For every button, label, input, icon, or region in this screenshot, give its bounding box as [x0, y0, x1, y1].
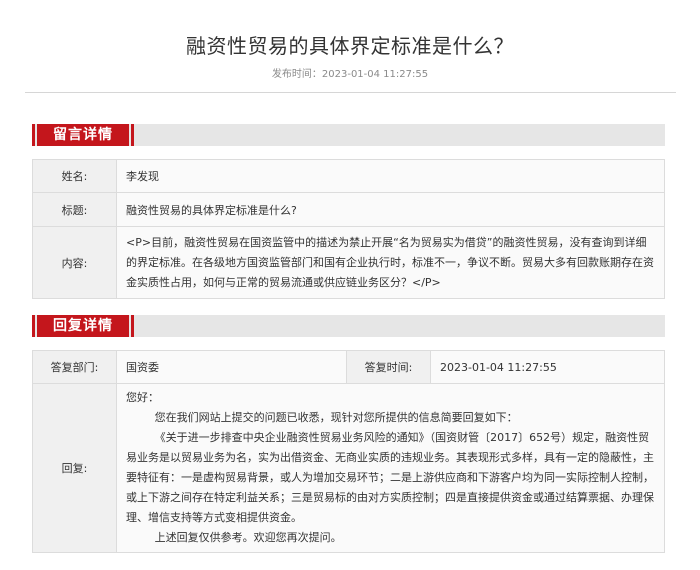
- reply-paragraph: 《关于进一步排查中央企业融资性贸易业务风险的通知》（国资财管〔2017〕652号…: [126, 431, 654, 524]
- dept-value: 国资委: [116, 350, 347, 384]
- title-label: 标题:: [32, 192, 117, 227]
- table-row: 标题: 融资性贸易的具体界定标准是什么?: [32, 192, 665, 227]
- name-label: 姓名:: [32, 159, 117, 193]
- reply-greeting: 您好：: [126, 391, 159, 404]
- table-row: 答复部门: 国资委 答复时间: 2023-01-04 11:27:55: [32, 350, 665, 384]
- table-row: 内容: <P>目前，融资性贸易在国资监管中的描述为禁止开展“名为贸易实为借贷”的…: [32, 226, 665, 299]
- reply-section-header: 回复详情: [32, 315, 665, 337]
- content-value: <P>目前，融资性贸易在国资监管中的描述为禁止开展“名为贸易实为借贷”的融资性贸…: [116, 226, 665, 299]
- page-title: 融资性贸易的具体界定标准是什么？: [186, 34, 514, 58]
- content-label: 内容:: [32, 226, 117, 299]
- name-value: 李发现: [116, 159, 665, 193]
- reply-paragraph: 您在我们网站上提交的问题已收悉，现针对您所提供的信息简要回复如下：: [154, 411, 518, 424]
- message-section-title: 留言详情: [32, 124, 134, 146]
- message-details-table: 姓名: 李发现 标题: 融资性贸易的具体界定标准是什么? 内容: <P>目前，融…: [32, 159, 665, 299]
- dept-label: 答复部门:: [32, 350, 117, 384]
- divider: [25, 92, 676, 93]
- reply-details-table: 答复部门: 国资委 答复时间: 2023-01-04 11:27:55 回复: …: [32, 350, 665, 553]
- publish-label: 发布时间：: [271, 69, 322, 80]
- publish-info: 发布时间：2023-01-04 11:27:55: [0, 65, 700, 80]
- table-row: 姓名: 李发现: [32, 159, 665, 193]
- reply-time-label: 答复时间:: [346, 350, 431, 384]
- publish-time: 2023-01-04 11:27:55: [321, 69, 429, 80]
- reply-time-value: 2023-01-04 11:27:55: [430, 350, 665, 384]
- reply-paragraph: 上述回复仅供参考。欢迎您再次提问。: [154, 531, 342, 544]
- reply-section-title: 回复详情: [32, 315, 134, 337]
- title-value: 融资性贸易的具体界定标准是什么?: [116, 192, 665, 227]
- message-section-header: 留言详情: [32, 124, 665, 146]
- reply-label: 回复:: [32, 383, 117, 553]
- table-row: 回复: 您好： 您在我们网站上提交的问题已收悉，现针对您所提供的信息简要回复如下…: [32, 383, 665, 553]
- reply-body: 您好： 您在我们网站上提交的问题已收悉，现针对您所提供的信息简要回复如下： 《关…: [116, 383, 665, 553]
